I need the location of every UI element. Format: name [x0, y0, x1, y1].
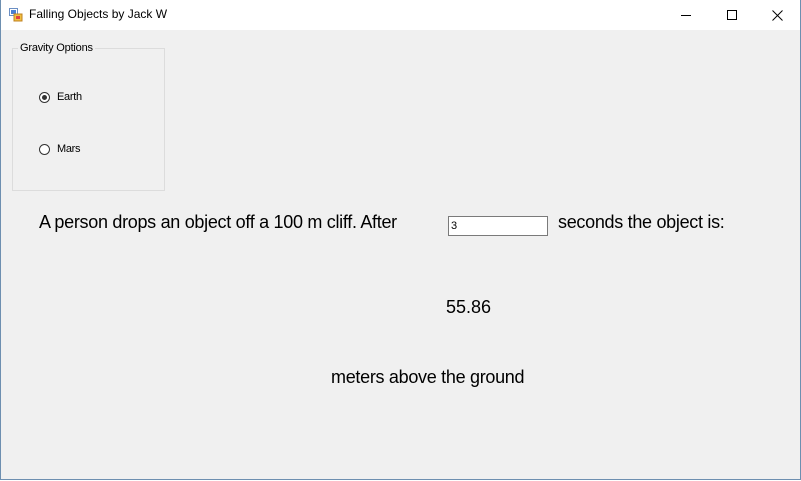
earth-radio-button[interactable] — [39, 91, 50, 103]
gravity-options-group: Gravity Options Earth Mars — [12, 42, 165, 191]
mars-radio-button[interactable] — [39, 143, 50, 155]
prompt-text-after: seconds the object is: — [558, 212, 725, 232]
minimize-icon — [681, 15, 691, 16]
height-result-caption: meters above the ground — [331, 367, 525, 387]
prompt-text-before: A person drops an object off a 100 m cli… — [39, 212, 397, 232]
title-bar[interactable]: Falling Objects by Jack W — [1, 0, 800, 30]
minimize-button[interactable] — [663, 0, 709, 30]
maximize-button[interactable] — [709, 0, 755, 30]
app-icon — [9, 8, 23, 22]
close-button[interactable] — [754, 0, 800, 30]
earth-radio-label[interactable]: Earth — [57, 91, 82, 103]
earth-radio-option[interactable]: Earth — [39, 89, 82, 105]
seconds-input[interactable] — [448, 216, 548, 236]
mars-radio-option[interactable]: Mars — [39, 141, 81, 157]
height-result-value: 55.86 — [446, 297, 492, 317]
form-client-area: Gravity Options Earth Mars A person drop… — [1, 30, 800, 479]
window-title: Falling Objects by Jack W — [29, 7, 168, 21]
close-icon — [771, 9, 783, 21]
gravity-options-legend: Gravity Options — [18, 42, 95, 54]
mars-radio-label[interactable]: Mars — [57, 143, 81, 155]
app-window: Falling Objects by Jack W Gravity Option… — [0, 0, 801, 480]
maximize-icon — [727, 10, 737, 20]
